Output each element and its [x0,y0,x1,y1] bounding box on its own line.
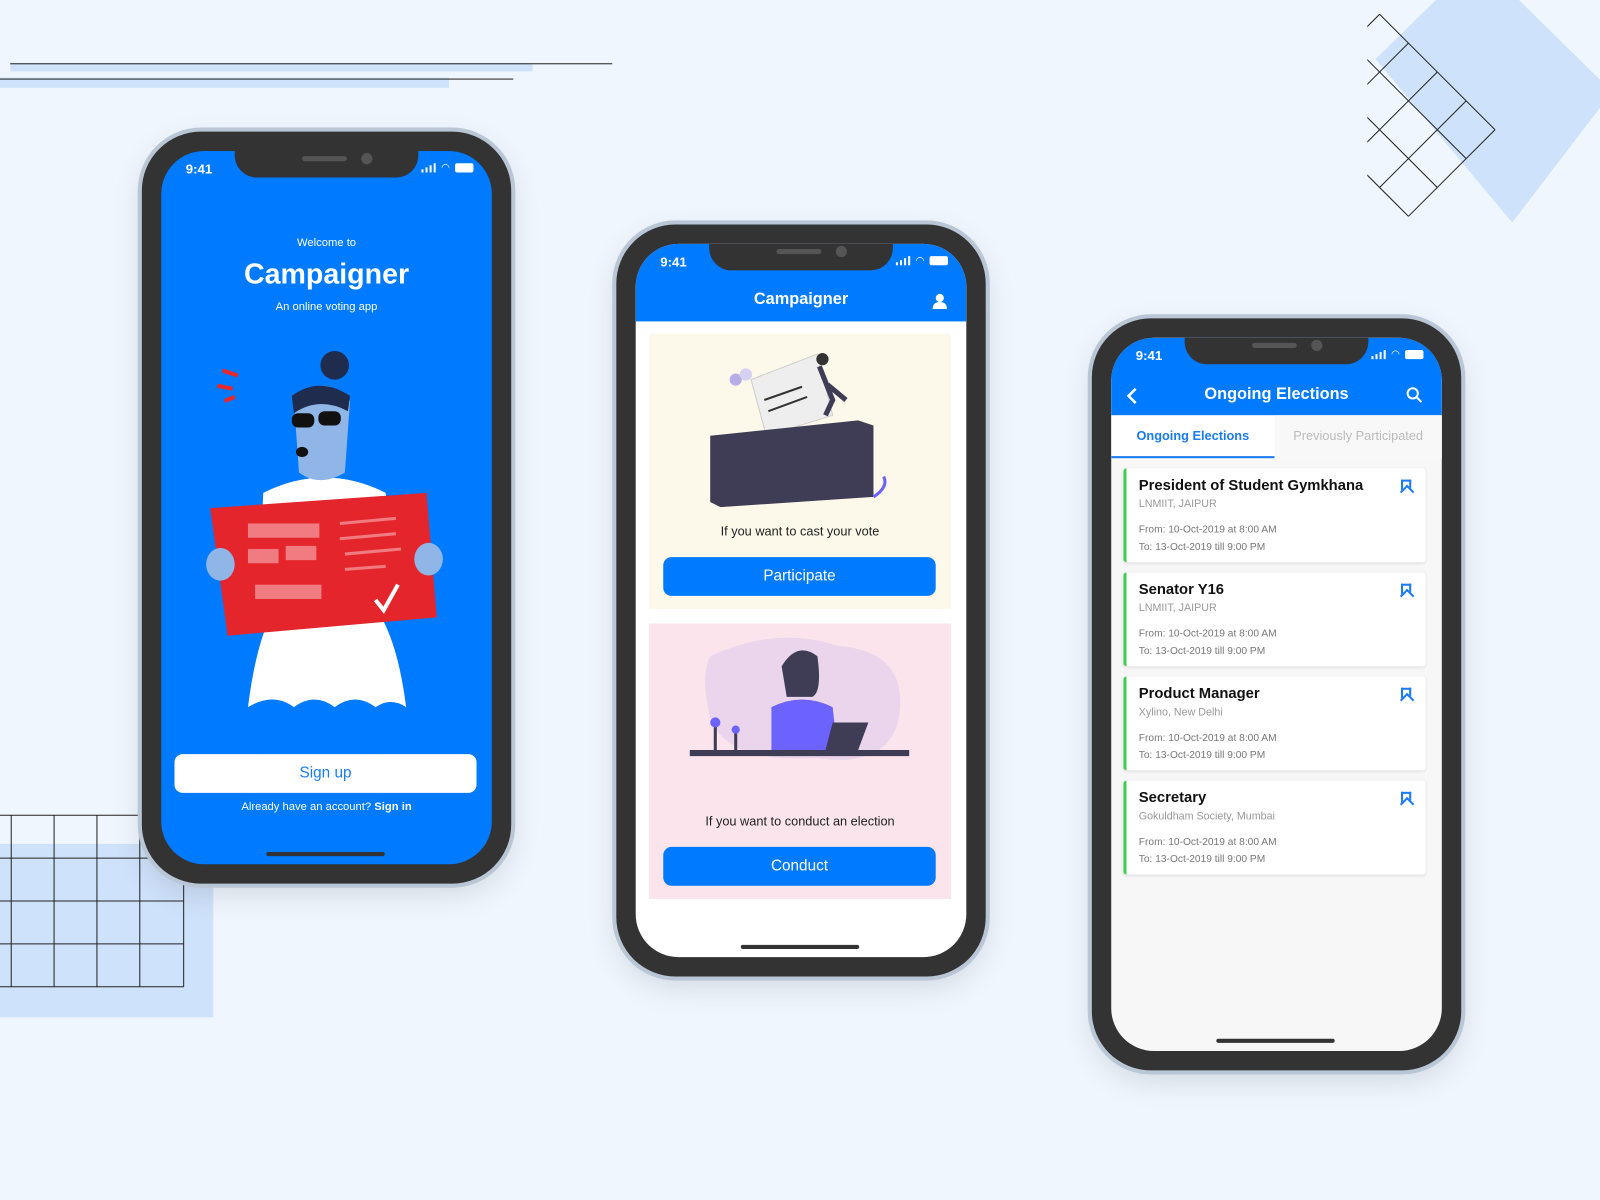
bookmark-icon[interactable] [1401,687,1412,702]
battery-icon [929,256,948,266]
bookmark-icon[interactable] [1401,583,1412,597]
conduct-panel: If you want to conduct an election Condu… [648,623,952,899]
wifi-icon: ◠ [1391,348,1400,361]
signin-prompt: Already have an account? [241,801,372,814]
app-title: Campaigner [243,258,410,290]
organizer-illustration [689,637,910,760]
elections-screen: 9:41 ◠ Ongoing Elections Ongoing Electio… [1111,337,1442,1052]
election-end: To: 13-Oct-2019 till 9:00 PM [1138,749,1266,762]
election-card[interactable]: President of Student Gymkhana LNMIIT, JA… [1123,468,1426,563]
election-organization: Gokuldham Society, Mumbai [1138,810,1275,823]
election-start: From: 10-Oct-2019 at 8:00 AM [1138,524,1277,536]
election-end: To: 13-Oct-2019 till 9:00 PM [1138,854,1266,866]
battery-icon [455,163,474,173]
election-title: Senator Y16 [1138,581,1225,598]
election-title: President of Student Gymkhana [1138,477,1364,494]
election-start: From: 10-Oct-2019 at 8:00 AM [1138,732,1277,744]
home-indicator [740,944,860,949]
wifi-icon: ◠ [915,255,925,267]
status-time: 9:41 [660,254,687,270]
election-organization: LNMIIT, JAIPUR [1138,602,1217,615]
signup-button[interactable]: Sign up [174,754,477,793]
bookmark-icon[interactable] [1401,791,1412,806]
tab-ongoing[interactable]: Ongoing Elections [1111,415,1275,459]
conduct-button[interactable]: Conduct [663,846,936,886]
tab-previous[interactable]: Previously Participated [1274,415,1442,459]
phone-home: 9:41 ◠ Campaigner If you want to cast yo… [616,224,986,977]
election-card[interactable]: Secretary Gokuldham Society, Mumbai From… [1123,780,1426,875]
battery-icon [1405,349,1424,360]
decor-lines [0,0,622,92]
participate-panel: If you want to cast your vote Participat… [648,333,952,610]
home-indicator [266,852,385,857]
signal-icon [421,163,436,173]
election-end: To: 13-Oct-2019 till 9:00 PM [1138,645,1266,658]
participate-button[interactable]: Participate [663,557,936,596]
election-title: Secretary [1138,789,1207,807]
election-start: From: 10-Oct-2019 at 8:00 AM [1138,836,1277,848]
nav-title: Campaigner [753,290,849,309]
ballot-box-illustration [710,353,887,508]
election-organization: Xylino, New Delhi [1138,706,1223,719]
user-icon[interactable] [932,293,948,310]
signin-row: Already have an account? Sign in [161,801,492,813]
status-time: 9:41 [1135,347,1163,364]
wifi-icon: ◠ [441,162,450,174]
welcome-screen: 9:41 ◠ Welcome to Campaigner An online v… [161,151,492,865]
conduct-caption: If you want to conduct an election [705,814,895,829]
phone-welcome: 9:41 ◠ Welcome to Campaigner An online v… [141,131,512,884]
election-card[interactable]: Product Manager Xylino, New Delhi From: … [1123,676,1426,771]
status-time: 9:41 [185,161,213,177]
app-subtitle: An online voting app [275,301,378,314]
vote-caption: If you want to cast your vote [720,524,880,539]
home-screen: 9:41 ◠ Campaigner If you want to cast yo… [635,243,967,958]
decor-grid-top-right [1367,0,1600,223]
signal-icon [1371,349,1386,360]
tab-bar: Ongoing Elections Previously Participate… [1111,415,1442,459]
election-end: To: 13-Oct-2019 till 9:00 PM [1138,541,1266,554]
election-title: Product Manager [1138,685,1260,703]
election-card[interactable]: Senator Y16 LNMIIT, JAIPUR From: 10-Oct-… [1123,572,1426,667]
voter-illustration [206,351,443,708]
signal-icon [895,256,911,266]
welcome-label: Welcome to [297,236,357,249]
bookmark-icon[interactable] [1401,479,1412,493]
phone-elections: 9:41 ◠ Ongoing Elections Ongoing Electio… [1091,318,1462,1071]
home-indicator [1216,1038,1335,1043]
election-organization: LNMIIT, JAIPUR [1138,497,1217,511]
nav-title: Ongoing Elections [1204,385,1349,404]
signin-link[interactable]: Sign in [374,801,411,813]
search-icon[interactable] [1406,387,1423,403]
election-start: From: 10-Oct-2019 at 8:00 AM [1138,628,1277,640]
showcase-canvas: 9:41 ◠ Welcome to Campaigner An online v… [0,0,1600,1200]
